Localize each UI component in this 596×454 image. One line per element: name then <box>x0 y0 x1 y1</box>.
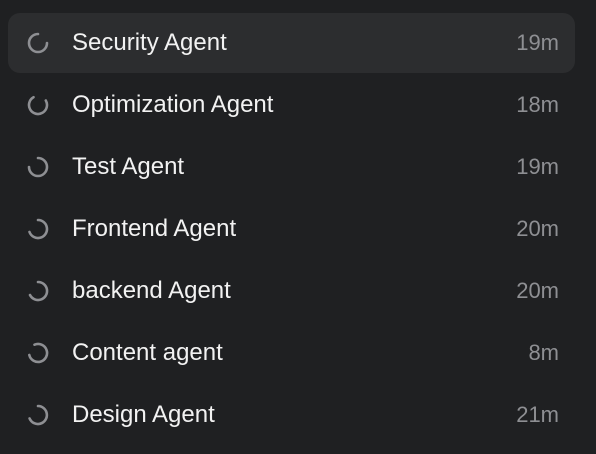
agent-row-design[interactable]: Design Agent 21m <box>8 385 575 445</box>
agent-name: Security Agent <box>72 29 227 56</box>
agent-row-optimization[interactable]: Optimization Agent 18m <box>8 75 575 135</box>
spinner-icon <box>27 156 49 178</box>
spinner-icon <box>27 32 49 54</box>
agent-elapsed-time: 19m <box>516 154 559 179</box>
agent-name: backend Agent <box>72 277 231 304</box>
agent-row-security[interactable]: Security Agent 19m <box>8 13 575 73</box>
agent-name: Optimization Agent <box>72 91 274 118</box>
agent-elapsed-time: 21m <box>516 402 559 427</box>
agent-row-backend[interactable]: backend Agent 20m <box>8 261 575 321</box>
spinner-icon <box>27 342 49 364</box>
agent-name: Content agent <box>72 339 223 366</box>
spinner-icon <box>27 280 49 302</box>
agent-row-content[interactable]: Content agent 8m <box>8 323 575 383</box>
agent-row-frontend[interactable]: Frontend Agent 20m <box>8 199 575 259</box>
agent-elapsed-time: 8m <box>528 340 559 365</box>
agent-row-test[interactable]: Test Agent 19m <box>8 137 575 197</box>
agent-elapsed-time: 19m <box>516 30 559 55</box>
agent-name: Test Agent <box>72 153 185 180</box>
spinner-icon <box>27 218 49 240</box>
spinner-icon <box>27 404 49 426</box>
spinner-icon <box>27 94 49 116</box>
agent-name: Frontend Agent <box>72 215 237 242</box>
agent-elapsed-time: 20m <box>516 278 559 303</box>
agent-elapsed-time: 20m <box>516 216 559 241</box>
agent-name: Design Agent <box>72 401 215 428</box>
agent-list: Security Agent 19m Optimization Agent 18… <box>8 13 575 447</box>
agent-elapsed-time: 18m <box>516 92 559 117</box>
